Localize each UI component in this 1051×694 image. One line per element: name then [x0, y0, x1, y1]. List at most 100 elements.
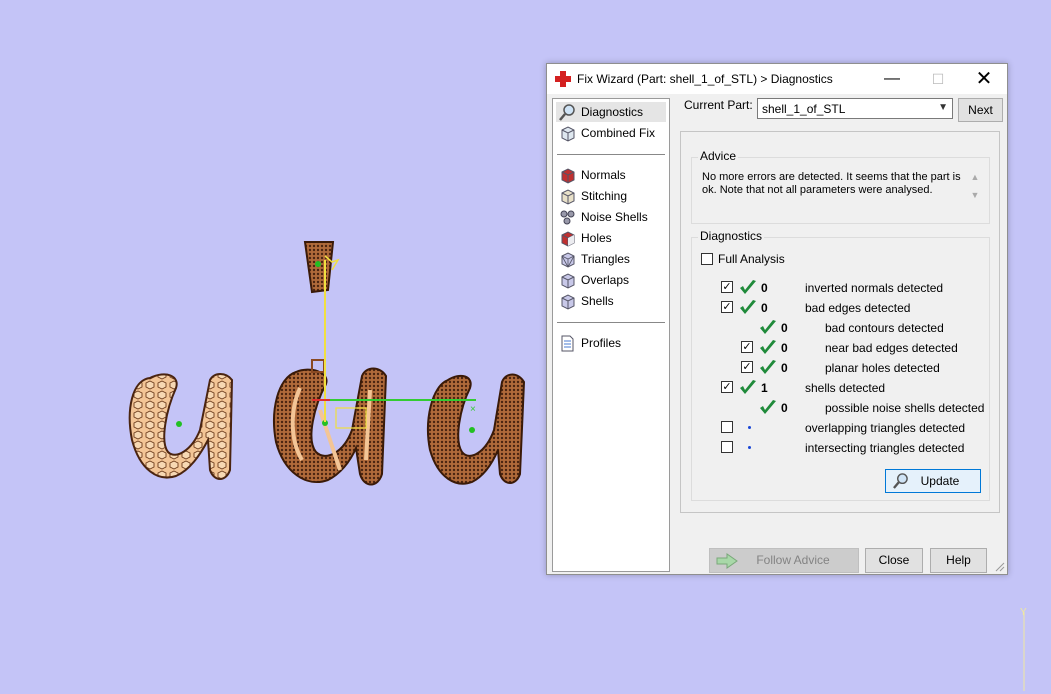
- diagnostic-checkbox[interactable]: ✓: [721, 301, 733, 313]
- green-check-icon: [760, 360, 776, 374]
- diagnostic-row: ✓ 1 shells detected: [692, 379, 982, 397]
- sidebar-item-holes[interactable]: Holes: [556, 228, 666, 248]
- sidebar-item-combined-fix[interactable]: Combined Fix: [556, 123, 666, 143]
- sidebar-item-triangles[interactable]: Triangles: [556, 249, 666, 269]
- sidebar-item-normals[interactable]: Normals: [556, 165, 666, 185]
- advice-scrollbar[interactable]: ▲ ▼: [969, 168, 981, 214]
- diagnostic-row: ✓ 0 bad edges detected: [692, 299, 982, 317]
- follow-advice-label: Follow Advice: [756, 553, 830, 567]
- diagnostic-row: intersecting triangles detected: [692, 439, 982, 457]
- diagnostic-checkbox[interactable]: ✓: [721, 281, 733, 293]
- current-part-select[interactable]: shell_1_of_STL ▼: [757, 98, 953, 119]
- next-button[interactable]: Next: [958, 98, 1003, 122]
- dialog-title: Fix Wizard (Part: shell_1_of_STL) > Diag…: [577, 72, 833, 86]
- update-button[interactable]: Update: [885, 469, 981, 493]
- diagnostic-count: 0: [761, 281, 768, 295]
- close-button[interactable]: Close: [865, 548, 923, 573]
- green-check-icon: [760, 340, 776, 354]
- diagnostic-label: near bad edges detected: [825, 341, 958, 355]
- normals-cube-icon: [561, 168, 575, 184]
- diagnostic-checkbox[interactable]: [721, 441, 733, 453]
- green-check-icon: [760, 320, 776, 334]
- update-label: Update: [920, 474, 960, 488]
- document-icon: [561, 335, 574, 352]
- diagnostic-row: ✓ 0 inverted normals detected: [692, 279, 982, 297]
- arrow-right-icon: [716, 553, 738, 569]
- follow-advice-button[interactable]: Follow Advice: [709, 548, 859, 573]
- diagnostic-count: 0: [781, 361, 788, 375]
- diagnostic-checkbox[interactable]: [721, 421, 733, 433]
- sidebar-item-shells[interactable]: Shells: [556, 291, 666, 311]
- sidebar-item-overlaps[interactable]: Overlaps: [556, 270, 666, 290]
- shells-cube-icon: [561, 294, 575, 310]
- dialog-titlebar[interactable]: Fix Wizard (Part: shell_1_of_STL) > Diag…: [547, 64, 1007, 94]
- advice-group: Advice No more errors are detected. It s…: [691, 149, 990, 224]
- diagnostic-label: overlapping triangles detected: [805, 421, 966, 435]
- minimize-button[interactable]: —: [869, 64, 915, 94]
- framed-letter-model[interactable]: [273, 359, 388, 486]
- close-window-button[interactable]: ✕: [961, 64, 1007, 94]
- sidebar-item-profiles[interactable]: Profiles: [556, 333, 666, 353]
- pending-dot-icon: [748, 426, 751, 429]
- diagnostic-checkbox[interactable]: ✓: [741, 361, 753, 373]
- diagnostic-checkbox[interactable]: ✓: [741, 341, 753, 353]
- sidebar-item-noise-shells[interactable]: Noise Shells: [556, 207, 666, 227]
- overlaps-cube-icon: [561, 273, 575, 289]
- sidebar-divider: [557, 322, 665, 323]
- magnifier-icon: [559, 104, 575, 121]
- sidebar-item-label: Stitching: [581, 189, 628, 203]
- diagnostic-row: overlapping triangles detected: [692, 419, 982, 437]
- svg-text:Y: Y: [1020, 607, 1027, 618]
- advice-text: No more errors are detected. It seems th…: [702, 171, 961, 196]
- green-check-icon: [760, 400, 776, 414]
- diagnostic-checkbox[interactable]: ✓: [721, 381, 733, 393]
- diagnostic-count: 0: [781, 401, 788, 415]
- sidebar-item-diagnostics[interactable]: Diagnostics: [556, 102, 666, 122]
- sidebar-item-label: Noise Shells: [581, 210, 648, 224]
- advice-title: Advice: [698, 149, 739, 163]
- world-axis-indicator: Y: [1020, 607, 1027, 691]
- diagnostic-row: 0 bad contours detected: [692, 319, 982, 337]
- sidebar-item-label: Shells: [581, 294, 614, 308]
- cube-icon: [561, 126, 575, 142]
- sidebar-item-label: Combined Fix: [581, 126, 656, 140]
- diagnostic-count: 0: [761, 301, 768, 315]
- triangles-cube-icon: [561, 252, 575, 268]
- diagnostic-label: shells detected: [805, 381, 886, 395]
- fix-wizard-sidebar: Diagnostics Combined Fix Normals Stitchi…: [552, 98, 670, 572]
- sidebar-item-label: Holes: [581, 231, 612, 245]
- textured-letter-model[interactable]: [427, 373, 526, 485]
- diagnostic-row: 0 possible noise shells detected: [692, 399, 984, 417]
- sidebar-item-stitching[interactable]: Stitching: [556, 186, 666, 206]
- pending-dot-icon: [748, 446, 751, 449]
- magnifier-icon: [893, 473, 908, 489]
- sidebar-divider: [557, 154, 665, 155]
- green-check-icon: [740, 280, 756, 294]
- diagnostics-group: Diagnostics Full Analysis ✓ 0 inverted nor…: [691, 229, 990, 501]
- green-check-icon: [740, 380, 756, 394]
- diagnostic-label: inverted normals detected: [805, 281, 944, 295]
- sidebar-item-label: Overlaps: [581, 273, 630, 287]
- sidebar-item-label: Profiles: [581, 336, 622, 350]
- full-analysis-label: Full Analysis: [718, 252, 785, 266]
- help-button[interactable]: Help: [930, 548, 987, 573]
- diagnostic-label: bad contours detected: [825, 321, 944, 335]
- current-part-label: Current Part:: [684, 98, 753, 112]
- full-analysis-checkbox[interactable]: [701, 253, 713, 265]
- green-check-icon: [740, 300, 756, 314]
- diagnostic-label: bad edges detected: [805, 301, 911, 315]
- lattice-letter-model[interactable]: [128, 373, 234, 480]
- sidebar-item-label: Triangles: [581, 252, 630, 266]
- holes-cube-icon: [561, 231, 575, 247]
- bail-model[interactable]: [303, 241, 335, 294]
- fix-wizard-dialog: Fix Wizard (Part: shell_1_of_STL) > Diag…: [546, 63, 1008, 575]
- diagnostic-label: intersecting triangles detected: [805, 441, 965, 455]
- diagnostics-panel: Advice No more errors are detected. It s…: [680, 131, 1000, 513]
- diagnostic-row: ✓ 0 planar holes detected: [692, 359, 982, 377]
- maximize-button[interactable]: ☐: [915, 64, 961, 94]
- diagnostic-count: 1: [761, 381, 768, 395]
- stitching-cube-icon: [561, 189, 575, 205]
- diagnostic-row: ✓ 0 near bad edges detected: [692, 339, 982, 357]
- chevron-down-icon: ▼: [938, 102, 948, 113]
- resize-grip-icon[interactable]: [995, 562, 1005, 572]
